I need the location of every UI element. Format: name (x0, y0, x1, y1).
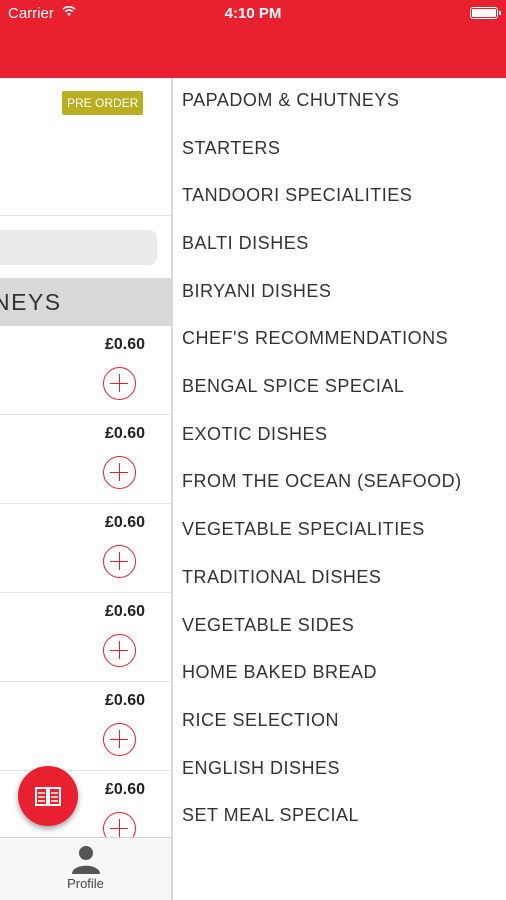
category-item[interactable]: BALTI DISHES (182, 233, 309, 254)
category-item[interactable]: PAPADOM & CHUTNEYS (182, 90, 399, 111)
menu-book-button[interactable] (18, 766, 78, 826)
pre-order-badge[interactable]: PRE ORDER (62, 91, 144, 115)
category-header: NEYS (0, 278, 171, 326)
menu-item-row[interactable]: £0.60 (0, 593, 171, 682)
add-item-icon[interactable] (103, 456, 136, 489)
add-item-icon[interactable] (103, 634, 136, 667)
add-item-icon[interactable] (103, 545, 136, 578)
category-item[interactable]: VEGETABLE SPECIALITIES (182, 519, 425, 540)
item-price: £0.60 (104, 781, 145, 798)
item-price: £0.60 (104, 514, 145, 531)
category-item[interactable]: BIRYANI DISHES (182, 281, 331, 302)
search-input[interactable] (0, 230, 157, 265)
header-bar: Carrier 4:10 PM (0, 0, 506, 78)
add-item-icon[interactable] (103, 367, 136, 400)
category-item[interactable]: RICE SELECTION (182, 710, 339, 731)
category-item[interactable]: TANDOORI SPECIALITIES (182, 185, 412, 206)
menu-book-icon (35, 787, 61, 806)
category-drawer: PAPADOM & CHUTNEYS STARTERS TANDOORI SPE… (173, 78, 506, 900)
profile-icon (72, 846, 100, 874)
category-item[interactable]: EXOTIC DISHES (182, 424, 328, 445)
tab-bar: Profile (0, 837, 171, 900)
category-item[interactable]: CHEF'S RECOMMENDATIONS (182, 328, 448, 349)
tab-profile-label: Profile (67, 876, 104, 891)
clock: 4:10 PM (224, 5, 282, 22)
item-price: £0.60 (104, 692, 145, 709)
battery-icon (470, 7, 501, 19)
category-item[interactable]: SET MEAL SPECIAL (182, 805, 359, 826)
item-price: £0.60 (104, 425, 145, 442)
category-item[interactable]: BENGAL SPICE SPECIAL (182, 376, 404, 397)
category-header-label: NEYS (0, 289, 62, 315)
divider (0, 215, 171, 216)
category-item[interactable]: VEGETABLE SIDES (182, 615, 354, 636)
category-item[interactable]: ENGLISH DISHES (182, 758, 340, 779)
menu-item-row[interactable]: £0.60 (0, 326, 171, 415)
add-item-icon[interactable] (103, 723, 136, 756)
menu-item-row[interactable]: £0.60 (0, 504, 171, 593)
menu-item-row[interactable]: £0.60 (0, 682, 171, 771)
category-item[interactable]: HOME BAKED BREAD (182, 662, 377, 683)
item-price: £0.60 (104, 603, 145, 620)
category-item[interactable]: TRADITIONAL DISHES (182, 567, 381, 588)
app-screen: Carrier 4:10 PM PRE ORDER NEYS £0.60 £0.… (0, 0, 506, 900)
category-item[interactable]: STARTERS (182, 138, 280, 159)
item-price: £0.60 (104, 336, 145, 353)
category-item[interactable]: FROM THE OCEAN (SEAFOOD) (182, 471, 462, 492)
menu-content-panel: PRE ORDER NEYS £0.60 £0.60 £0.60 £0.60 £… (0, 78, 171, 900)
menu-item-row[interactable]: £0.60 (0, 415, 171, 504)
